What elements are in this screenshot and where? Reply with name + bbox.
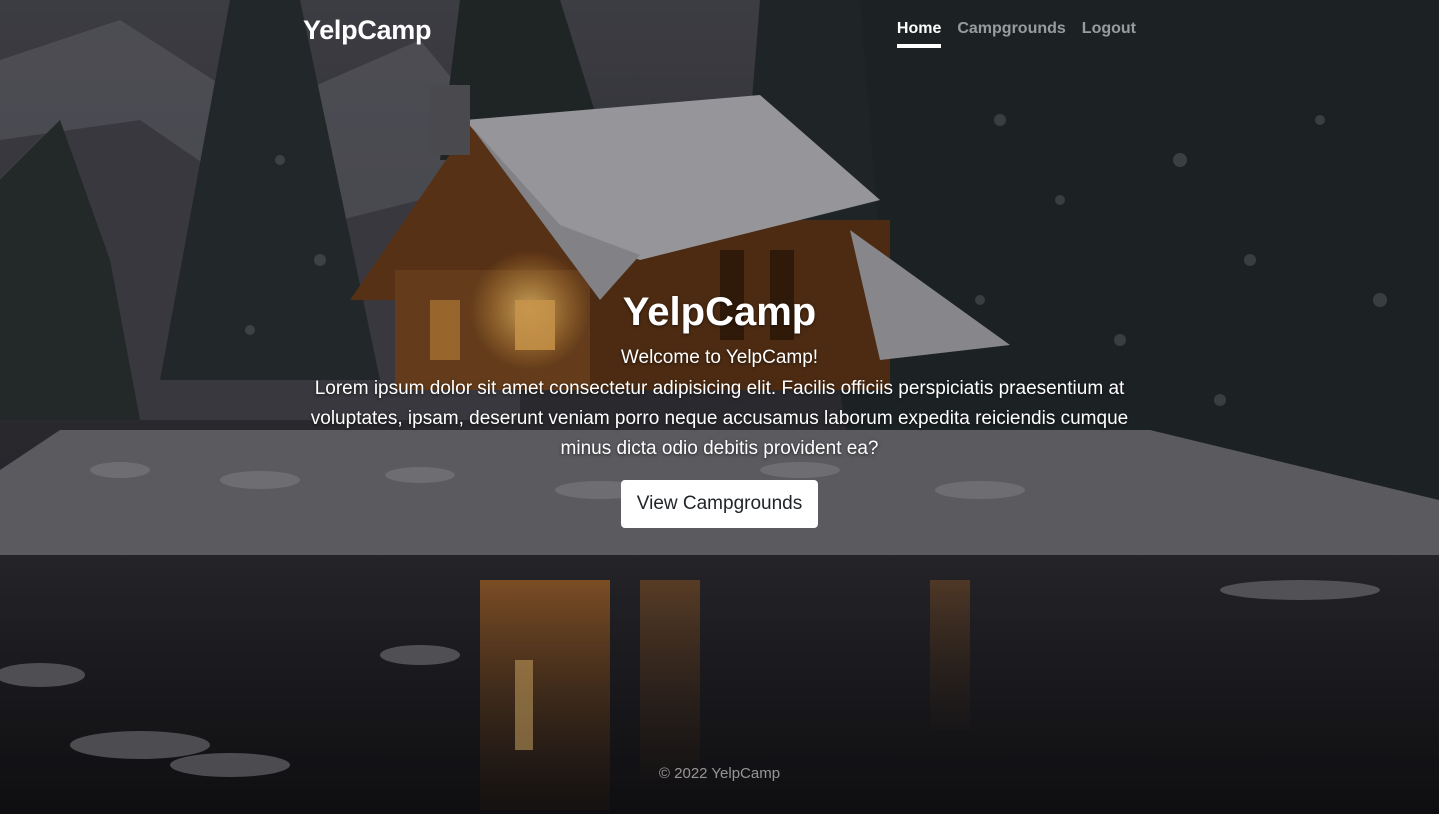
footer-copyright: © 2022 YelpCamp (658, 765, 781, 782)
hero-welcome-text: Welcome to YelpCamp! (620, 347, 819, 368)
hero-title: YelpCamp (622, 290, 817, 334)
view-campgrounds-button[interactable]: View Campgrounds (620, 480, 819, 528)
nav-link-home[interactable]: Home (896, 20, 942, 48)
nav-links: Home Campgrounds Logout (896, 20, 1136, 48)
landing-page: YelpCamp Home Campgrounds Logout YelpCam… (0, 0, 1439, 814)
hero-section: YelpCamp Welcome to YelpCamp! Lorem ipsu… (300, 288, 1139, 528)
nav-link-logout[interactable]: Logout (1082, 20, 1136, 48)
navbar: YelpCamp Home Campgrounds Logout (303, 0, 1136, 62)
nav-link-campgrounds[interactable]: Campgrounds (957, 20, 1065, 48)
hero-description: Lorem ipsum dolor sit amet consectetur a… (310, 378, 1129, 459)
brand-logo[interactable]: YelpCamp (303, 15, 431, 46)
